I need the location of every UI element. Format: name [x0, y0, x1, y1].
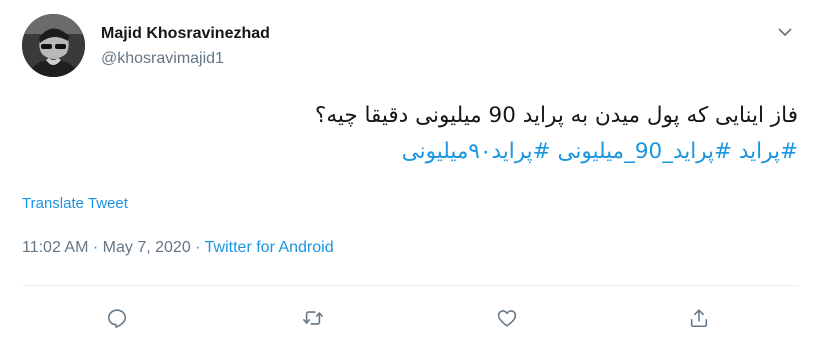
share-icon — [690, 309, 708, 328]
tweet-meta: 11:02 AM · May 7, 2020 · Twitter for And… — [22, 238, 334, 258]
hashtag-link[interactable]: #پراید_90_میلیونی — [557, 139, 732, 164]
user-handle[interactable]: @khosravimajid1 — [101, 49, 224, 69]
tweet-text-line: فاز اینایی که پول میدن به پراید 90 میلیو… — [314, 103, 798, 128]
reply-button[interactable] — [103, 304, 131, 332]
tweet-text: فاز اینایی که پول میدن به پراید 90 میلیو… — [100, 98, 798, 170]
share-button[interactable] — [685, 304, 713, 332]
tweet-source-link[interactable]: Twitter for Android — [205, 239, 334, 256]
avatar-image — [22, 14, 85, 77]
avatar[interactable] — [22, 14, 85, 77]
meta-separator: · — [195, 239, 201, 256]
tweet-hashtags: #پراید #پراید_90_میلیونی #پراید۹۰میلیونی — [100, 134, 798, 170]
reply-icon — [107, 309, 127, 328]
meta-separator: · — [92, 239, 99, 256]
retweet-icon — [303, 311, 323, 325]
action-bar — [0, 300, 816, 336]
tweet-date[interactable]: May 7, 2020 — [103, 239, 191, 256]
heart-icon — [497, 310, 517, 327]
like-button[interactable] — [493, 304, 521, 332]
translate-tweet-link[interactable]: Translate Tweet — [22, 195, 128, 213]
retweet-button[interactable] — [299, 304, 327, 332]
tweet-card: Majid Khosravinezhad @khosravimajid1 فاز… — [0, 0, 816, 348]
chevron-down-icon[interactable] — [773, 20, 797, 44]
tweet-time[interactable]: 11:02 AM — [22, 239, 88, 256]
hashtag-link[interactable]: #پراید۹۰میلیونی — [402, 139, 551, 164]
hashtag-link[interactable]: #پراید — [739, 139, 798, 164]
display-name[interactable]: Majid Khosravinezhad — [101, 24, 270, 44]
divider — [22, 285, 798, 286]
